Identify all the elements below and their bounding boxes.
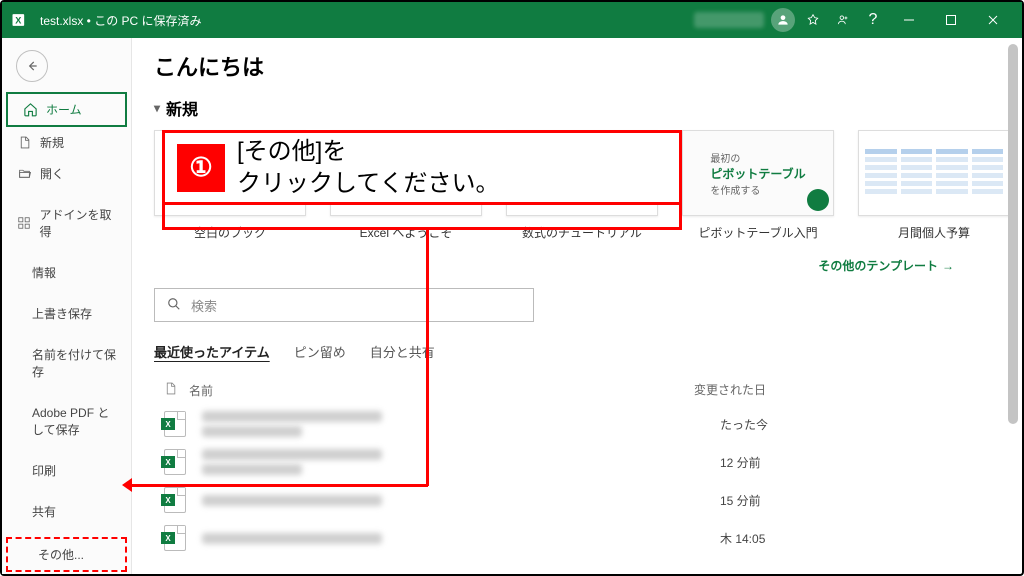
annotation-line-h — [126, 484, 428, 487]
file-row[interactable]: X たった今 — [154, 405, 1004, 443]
excel-file-icon: X — [164, 411, 190, 437]
close-button[interactable] — [972, 2, 1014, 38]
sidebar-item-share[interactable]: 共有 — [2, 496, 131, 527]
greeting-heading: こんにちは — [154, 50, 1004, 82]
share-account-icon[interactable] — [828, 5, 858, 35]
search-input[interactable]: 検索 — [154, 288, 534, 322]
file-row[interactable]: X 12 分前 — [154, 443, 1004, 481]
sidebar-item-saveas[interactable]: 名前を付けて保存 — [2, 339, 131, 387]
sidebar: ホーム 新規 開く アドインを取得 情報 上書き保存 名前を付けて保存 Adob… — [2, 38, 132, 574]
annotation-number: ① — [177, 144, 225, 192]
content-area: こんにちは ▾ 新規 空白のブック Excel へようこそ 数式のチュートリアル — [132, 38, 1022, 574]
search-icon — [167, 297, 181, 314]
file-tabs: 最近使ったアイテム ピン留め 自分と共有 — [154, 342, 1004, 365]
premium-icon[interactable] — [798, 5, 828, 35]
account-name-blurred — [694, 12, 764, 28]
sidebar-item-addins[interactable]: アドインを取得 — [2, 199, 131, 247]
tab-pinned[interactable]: ピン留め — [294, 342, 346, 365]
excel-file-icon: X — [164, 487, 190, 513]
annotation-message: [その他]をクリックしてください。 — [237, 136, 500, 198]
sidebar-label-home: ホーム — [46, 101, 82, 118]
sidebar-item-more[interactable]: その他... — [6, 537, 127, 572]
account-button[interactable] — [768, 5, 798, 35]
annotation-callout: ① [その他]をクリックしてください。 — [162, 130, 682, 230]
sidebar-item-adobe[interactable]: Adobe PDF として保存 — [2, 397, 131, 445]
minimize-button[interactable] — [888, 2, 930, 38]
excel-file-icon: X — [164, 525, 190, 551]
excel-app-icon: X — [10, 10, 30, 30]
open-icon — [16, 166, 32, 182]
sidebar-item-info[interactable]: 情報 — [2, 257, 131, 288]
tab-shared[interactable]: 自分と共有 — [370, 342, 435, 365]
help-button[interactable]: ? — [858, 5, 888, 35]
template-pivot[interactable]: 最初の ピボットテーブル を作成する ピボットテーブル入門 — [682, 130, 834, 241]
sidebar-item-home[interactable]: ホーム — [6, 92, 127, 127]
sidebar-item-save[interactable]: 上書き保存 — [2, 298, 131, 329]
sidebar-item-new[interactable]: 新規 — [2, 127, 131, 158]
chevron-down-icon: ▾ — [154, 101, 160, 115]
search-placeholder: 検索 — [191, 296, 217, 315]
template-budget[interactable]: 月間個人予算 — [858, 130, 1010, 241]
annotation-arrow-icon — [122, 478, 132, 492]
sidebar-item-open[interactable]: 開く — [2, 158, 131, 189]
window-title: test.xlsx • この PC に保存済み — [40, 12, 694, 29]
maximize-button[interactable] — [930, 2, 972, 38]
new-section-heading[interactable]: ▾ 新規 — [154, 96, 1004, 120]
more-templates-link[interactable]: その他のテンプレート→ — [154, 257, 954, 274]
new-icon — [16, 135, 32, 151]
home-icon — [22, 102, 38, 118]
file-row[interactable]: X 木 14:05 — [154, 519, 1004, 557]
tab-recent[interactable]: 最近使ったアイテム — [154, 342, 270, 365]
sidebar-item-print[interactable]: 印刷 — [2, 455, 131, 486]
scrollbar[interactable] — [1008, 44, 1018, 564]
annotation-line-v — [426, 230, 429, 486]
excel-file-icon: X — [164, 449, 190, 475]
svg-text:X: X — [15, 15, 22, 25]
arrow-right-icon: → — [942, 259, 954, 273]
file-list-header: 名前 変更された日 — [154, 377, 1004, 405]
titlebar: X test.xlsx • この PC に保存済み ? — [2, 2, 1022, 38]
pivot-badge-icon — [807, 189, 829, 211]
addins-icon — [16, 215, 32, 231]
sidebar-label-addins: アドインを取得 — [40, 206, 121, 240]
file-icon-placeholder — [164, 381, 177, 399]
back-button[interactable] — [16, 50, 48, 82]
sidebar-label-open: 開く — [40, 165, 64, 182]
sidebar-label-new: 新規 — [40, 134, 64, 151]
